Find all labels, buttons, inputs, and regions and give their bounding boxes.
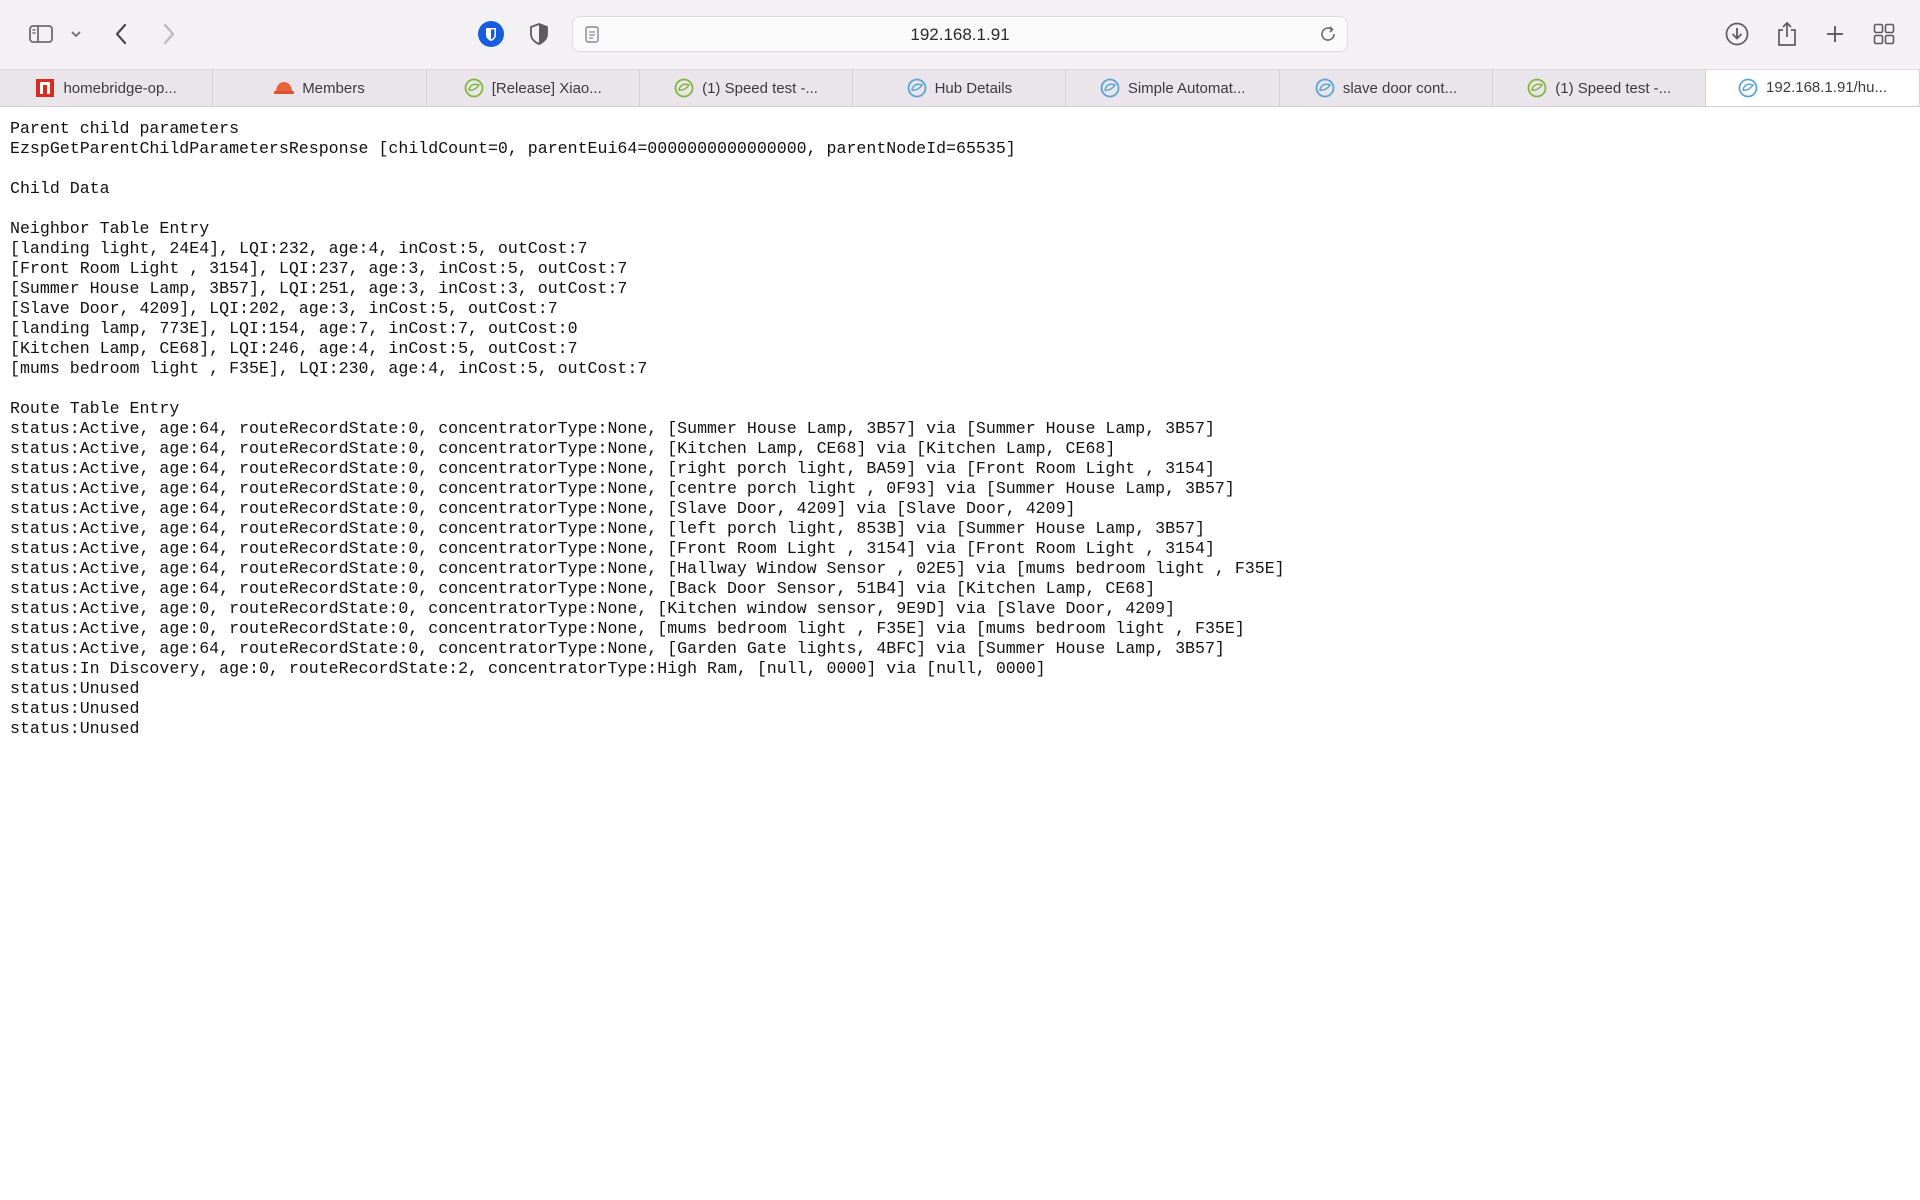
address-bar[interactable]: 192.168.1.91 <box>572 16 1348 52</box>
text-line: [Front Room Light , 3154], LQI:237, age:… <box>10 259 628 278</box>
text-line: status:Active, age:64, routeRecordState:… <box>10 459 1215 478</box>
sidebar-toggle-icon[interactable] <box>26 17 56 51</box>
text-line: Route Table Entry <box>10 399 180 418</box>
text-line: status:Active, age:64, routeRecordState:… <box>10 519 1205 538</box>
text-line: status:Active, age:64, routeRecordState:… <box>10 539 1215 558</box>
hubitat-icon <box>907 78 927 98</box>
text-line: status:Active, age:0, routeRecordState:0… <box>10 599 1176 618</box>
browser-tab[interactable]: Hub Details <box>853 70 1067 106</box>
text-line: Parent child parameters <box>10 119 240 138</box>
browser-tab[interactable]: [Release] Xiao... <box>427 70 640 106</box>
hubitat-community-icon <box>674 78 694 98</box>
text-line: [Slave Door, 4209], LQI:202, age:3, inCo… <box>10 299 558 318</box>
text-line: status:Active, age:64, routeRecordState:… <box>10 579 1156 598</box>
share-icon[interactable] <box>1772 17 1802 51</box>
text-line: status:Active, age:0, routeRecordState:0… <box>10 619 1245 638</box>
text-line: Child Data <box>10 179 110 198</box>
text-line <box>10 379 1920 399</box>
chevron-down-icon[interactable] <box>68 17 84 51</box>
browser-tab[interactable]: 192.168.1.91/hu... <box>1706 70 1920 106</box>
browser-tab[interactable]: Members <box>213 70 427 106</box>
reload-icon[interactable] <box>1319 25 1337 48</box>
text-line: [landing light, 24E4], LQI:232, age:4, i… <box>10 239 588 258</box>
text-line: Neighbor Table Entry <box>10 219 210 238</box>
text-line <box>10 199 1920 219</box>
hubitat-community-icon <box>1527 78 1547 98</box>
text-line: status:Active, age:64, routeRecordState:… <box>10 439 1116 458</box>
text-line: status:Unused <box>10 679 140 698</box>
forward-icon[interactable] <box>156 17 182 51</box>
tab-label: [Release] Xiao... <box>491 79 602 97</box>
tab-label: slave door cont... <box>1342 79 1458 97</box>
browser-tab[interactable]: Simple Automat... <box>1066 70 1280 106</box>
hubitat-community-icon <box>464 78 484 98</box>
text-line: [landing lamp, 773E], LQI:154, age:7, in… <box>10 319 578 338</box>
text-line: status:Active, age:64, routeRecordState:… <box>10 639 1225 658</box>
text-line <box>10 159 1920 179</box>
hubitat-icon <box>1315 78 1335 98</box>
text-line: status:Active, age:64, routeRecordState:… <box>10 479 1235 498</box>
text-line: status:Unused <box>10 699 140 718</box>
new-tab-icon[interactable] <box>1820 17 1850 51</box>
hubitat-icon <box>1738 78 1758 98</box>
tab-label: Hub Details <box>934 79 1013 97</box>
tab-label: Simple Automat... <box>1127 79 1246 97</box>
tab-label: homebridge-op... <box>63 79 177 97</box>
tab-label: (1) Speed test -... <box>702 79 818 97</box>
url-text: 192.168.1.91 <box>910 25 1010 44</box>
text-line: [Summer House Lamp, 3B57], LQI:251, age:… <box>10 279 628 298</box>
browser-tab[interactable]: (1) Speed test -... <box>1493 70 1707 106</box>
privacy-shield-icon[interactable] <box>524 17 554 51</box>
hard-hat-icon <box>274 78 295 98</box>
tab-bar: homebridge-op... Members [Release] Xiao...… <box>0 69 1920 107</box>
text-line: status:Active, age:64, routeRecordState:… <box>10 419 1215 438</box>
browser-tab[interactable]: (1) Speed test -... <box>640 70 854 106</box>
page-content: Parent child parameters EzspGetParentChil… <box>0 107 1920 739</box>
tab-label: (1) Speed test -... <box>1555 79 1672 97</box>
text-line: [Kitchen Lamp, CE68], LQI:246, age:4, in… <box>10 339 578 358</box>
text-line: status:Unused <box>10 719 140 738</box>
text-line: [mums bedroom light , F35E], LQI:230, ag… <box>10 359 648 378</box>
browser-tab[interactable]: slave door cont... <box>1280 70 1494 106</box>
browser-tab[interactable]: homebridge-op... <box>0 70 214 106</box>
tab-label: Members <box>302 79 365 97</box>
text-line: status:Active, age:64, routeRecordState:… <box>10 559 1285 578</box>
bitwarden-extension-icon[interactable] <box>476 17 506 51</box>
text-line: status:In Discovery, age:0, routeRecordS… <box>10 659 1046 678</box>
homebridge-icon <box>35 78 55 98</box>
back-icon[interactable] <box>108 17 134 51</box>
text-line: status:Active, age:64, routeRecordState:… <box>10 499 1076 518</box>
hubitat-icon <box>1100 78 1120 98</box>
tab-overview-icon[interactable] <box>1868 17 1900 51</box>
browser-toolbar: 192.168.1.91 <box>0 0 1920 69</box>
downloads-icon[interactable] <box>1722 17 1752 51</box>
text-line: EzspGetParentChildParametersResponse [ch… <box>10 139 1016 158</box>
tab-label: 192.168.1.91/hu... <box>1766 79 1887 96</box>
